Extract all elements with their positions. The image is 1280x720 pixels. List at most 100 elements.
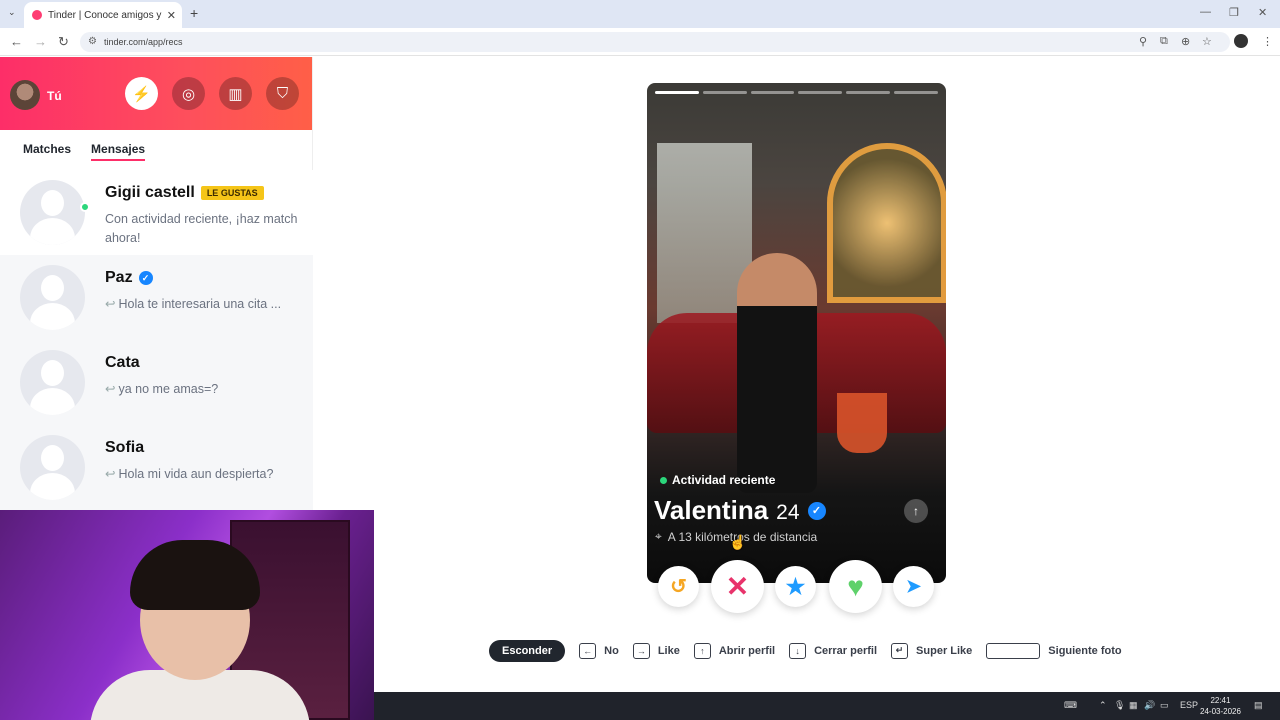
avatar bbox=[20, 435, 85, 500]
close-tab-icon[interactable]: ✕ bbox=[167, 9, 176, 22]
tab-matches[interactable]: Matches bbox=[23, 142, 71, 161]
clock-date: 24-03-2026 bbox=[1200, 707, 1241, 716]
browser-tab[interactable]: Tinder | Conoce amigos y gente ✕ bbox=[24, 2, 182, 28]
reply-arrow-icon: ↩ bbox=[105, 467, 116, 481]
photo-arch-light bbox=[827, 143, 946, 303]
conversation-preview-row: ↩ Hola mi vida aun despierta? bbox=[105, 465, 300, 484]
briefcase-icon[interactable]: ▥ bbox=[219, 77, 252, 110]
hint-no: ← No bbox=[579, 642, 619, 659]
like-button[interactable]: ♥ bbox=[829, 560, 882, 613]
nope-button[interactable]: ✕ bbox=[711, 560, 764, 613]
explore-compass-icon[interactable]: ◎ bbox=[172, 77, 205, 110]
verified-check-icon: ✓ bbox=[807, 501, 826, 520]
tab-messages[interactable]: Mensajes bbox=[91, 142, 146, 161]
conversation-name: Cata bbox=[105, 354, 140, 371]
reply-arrow-icon: ↩ bbox=[105, 382, 116, 396]
site-info-icon[interactable]: ⚙ bbox=[88, 36, 97, 47]
conversation-preview: ya no me amas=? bbox=[118, 382, 219, 396]
conversation-preview-row: ↩ ya no me amas=? bbox=[105, 380, 300, 399]
right-arrow-key-icon: → bbox=[632, 642, 650, 659]
my-avatar[interactable] bbox=[10, 80, 40, 110]
hint-close-profile: ↓ Cerrar perfil bbox=[789, 642, 878, 659]
hint-next-photo-label: Siguiente foto bbox=[1048, 644, 1122, 657]
tray-chevron-icon[interactable]: ⌃ bbox=[1099, 700, 1107, 711]
profile-age: 24 bbox=[776, 501, 800, 524]
reload-icon[interactable]: ↻ bbox=[58, 34, 69, 50]
activity-label: Actividad reciente bbox=[672, 473, 776, 487]
close-window-icon[interactable]: ✕ bbox=[1258, 6, 1267, 19]
super-like-button[interactable]: ★ bbox=[775, 566, 816, 607]
tab-search-icon[interactable]: ⌄ bbox=[8, 7, 16, 18]
conversation-preview-row: ↩ Hola te interesaria una cita ... bbox=[105, 295, 300, 314]
space-key-icon bbox=[986, 642, 1041, 659]
location-pin-icon: ⌖ bbox=[655, 529, 662, 543]
keyboard-hints: Esconder ← No → Like ↑ Abrir perfil ↓ Cerrar… bbox=[489, 639, 1136, 662]
photo-person bbox=[737, 253, 817, 493]
conversation-preview: Con actividad reciente, ¡haz match ahora… bbox=[105, 212, 298, 245]
language-indicator[interactable]: ESP bbox=[1180, 700, 1198, 710]
profile-name-row: Valentina 24 ✓ bbox=[654, 495, 826, 526]
conversation-name: Sofia bbox=[105, 439, 145, 456]
notifications-icon[interactable]: ▤ bbox=[1254, 700, 1263, 711]
zoom-icon[interactable]: ⊕ bbox=[1181, 35, 1190, 48]
boost-button[interactable]: ➤ bbox=[893, 566, 934, 607]
recent-activity: Actividad reciente bbox=[660, 473, 775, 487]
conversation-name-row: Paz ✓ bbox=[105, 269, 153, 287]
battery-icon[interactable]: ▭ bbox=[1160, 700, 1169, 711]
conversation-name: Paz bbox=[105, 269, 133, 286]
url-bar[interactable]: ⚙ tinder.com/app/recs bbox=[80, 32, 1230, 52]
photo-drink bbox=[837, 393, 887, 453]
avatar bbox=[20, 350, 85, 415]
conversation-name-row: Sofia bbox=[105, 439, 144, 457]
tinder-favicon-icon bbox=[32, 10, 42, 20]
hint-open-profile-label: Abrir perfil bbox=[718, 644, 776, 657]
conversation-name-row: Cata bbox=[105, 354, 140, 372]
photo-progress-segment bbox=[655, 91, 699, 94]
safety-shield-icon[interactable]: ⛉ bbox=[266, 77, 299, 110]
hide-hints-button[interactable]: Esconder bbox=[489, 639, 566, 662]
conversation-preview: Hola te interesaria una cita ... bbox=[118, 297, 282, 311]
bookmark-star-icon[interactable]: ☆ bbox=[1202, 35, 1212, 48]
microphone-icon[interactable]: 🎙 bbox=[1114, 700, 1125, 711]
photo-progress-segment bbox=[846, 91, 891, 94]
minimize-icon[interactable]: — bbox=[1200, 6, 1211, 18]
rewind-button[interactable]: ↺ bbox=[658, 566, 699, 607]
avatar bbox=[20, 180, 85, 245]
hint-close-profile-label: Cerrar perfil bbox=[814, 644, 878, 657]
volume-icon[interactable]: 🔊 bbox=[1144, 700, 1155, 711]
bolt-icon[interactable]: ⚡ bbox=[125, 77, 158, 110]
location-icon[interactable]: ⚲ bbox=[1139, 35, 1147, 48]
tab-title: Tinder | Conoce amigos y gente bbox=[48, 9, 163, 21]
open-profile-info-icon[interactable]: ↑ bbox=[904, 499, 928, 523]
photo-progress-segment bbox=[894, 91, 938, 94]
activity-dot bbox=[660, 476, 667, 484]
conversation-item[interactable]: Paz ✓ ↩ Hola te interesaria una cita ... bbox=[0, 255, 313, 340]
network-icon[interactable]: ▦ bbox=[1129, 700, 1138, 711]
hint-super-like-label: Super Like bbox=[916, 644, 973, 657]
verified-check-icon: ✓ bbox=[138, 271, 153, 285]
system-clock[interactable]: 22:41 24-03-2026 bbox=[1200, 695, 1241, 717]
enter-key-icon: ↵ bbox=[891, 642, 909, 659]
keyboard-icon[interactable]: ⌨ bbox=[1064, 700, 1077, 711]
photo-progress-segment bbox=[702, 91, 747, 94]
mouse-cursor-icon: ☝ bbox=[729, 534, 747, 550]
down-arrow-key-icon: ↓ bbox=[789, 642, 807, 659]
left-arrow-key-icon: ← bbox=[579, 642, 597, 659]
conversation-item[interactable]: Cata ↩ ya no me amas=? bbox=[0, 340, 313, 425]
back-icon[interactable]: ← bbox=[10, 34, 23, 49]
new-tab-icon[interactable]: + bbox=[190, 5, 198, 21]
hint-no-label: No bbox=[604, 644, 619, 657]
conversation-name: Gigii castell bbox=[105, 184, 195, 201]
forward-icon[interactable]: → bbox=[34, 34, 47, 49]
webcam-overlay bbox=[0, 510, 374, 720]
profile-card[interactable]: Actividad reciente Valentina 24 ✓ ⌖ A 13… bbox=[647, 83, 946, 583]
more-menu-icon[interactable]: ⋮ bbox=[1262, 35, 1273, 48]
maximize-icon[interactable]: ❐ bbox=[1229, 6, 1239, 19]
conversation-item[interactable]: Gigii castell LE GUSTAS Con actividad re… bbox=[0, 170, 313, 255]
my-profile-label[interactable]: Tú bbox=[47, 89, 62, 103]
install-app-icon[interactable]: ⧉ bbox=[1160, 35, 1168, 48]
up-arrow-key-icon: ↑ bbox=[693, 642, 711, 659]
conversation-item[interactable]: Sofia ↩ Hola mi vida aun despierta? bbox=[0, 425, 313, 510]
hint-like-label: Like bbox=[657, 644, 680, 657]
browser-profile-avatar[interactable] bbox=[1234, 34, 1248, 48]
